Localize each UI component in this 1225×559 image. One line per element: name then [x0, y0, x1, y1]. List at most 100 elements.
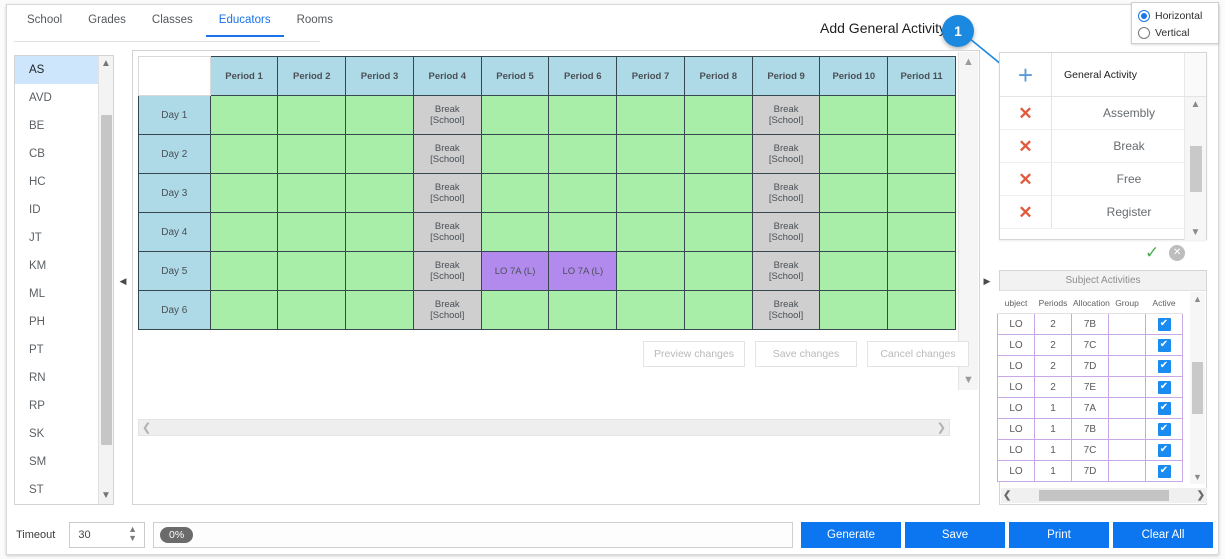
- checkbox-checked-icon[interactable]: ✔: [1157, 338, 1171, 352]
- sa-scroll-up-icon[interactable]: ▲: [1193, 292, 1202, 306]
- periods-cell[interactable]: 1: [1034, 439, 1072, 461]
- checkbox-checked-icon[interactable]: ✔: [1157, 443, 1171, 457]
- subject-activities-vertical-scrollbar[interactable]: ▲ ▼: [1190, 292, 1205, 484]
- ga-scrollbar-thumb[interactable]: [1189, 145, 1202, 192]
- timeout-value[interactable]: 30: [70, 529, 90, 541]
- radio-vertical[interactable]: Vertical: [1138, 24, 1212, 41]
- delete-activity-button[interactable]: ✕: [1000, 97, 1052, 129]
- preview-changes-button[interactable]: Preview changes: [643, 341, 745, 367]
- educator-list-item[interactable]: SK: [15, 420, 98, 448]
- table-row[interactable]: LO 1 7B ✔: [997, 418, 1183, 440]
- timetable-free-cell[interactable]: [345, 134, 414, 174]
- clear-all-button[interactable]: Clear All: [1113, 522, 1213, 548]
- sa-scroll-down-icon[interactable]: ▼: [1193, 470, 1202, 484]
- tab-classes[interactable]: Classes: [139, 8, 206, 35]
- general-activity-row[interactable]: ✕ Register: [1000, 196, 1206, 229]
- timetable-free-cell[interactable]: [819, 251, 889, 291]
- timetable-free-cell[interactable]: [209, 95, 279, 135]
- timetable-break-cell[interactable]: Break [School]: [751, 212, 821, 252]
- subject-cell[interactable]: LO: [997, 334, 1035, 356]
- timetable-free-cell[interactable]: [616, 173, 685, 213]
- tab-educators[interactable]: Educators: [205, 8, 284, 37]
- subject-cell[interactable]: LO: [997, 460, 1035, 482]
- timetable-break-cell[interactable]: Break [School]: [751, 134, 821, 174]
- timetable-free-cell[interactable]: [616, 95, 685, 135]
- timetable-free-cell[interactable]: [683, 290, 753, 330]
- timetable-break-cell[interactable]: Break [School]: [412, 173, 482, 213]
- table-row[interactable]: LO 1 7A ✔: [997, 397, 1183, 419]
- subject-activities-table[interactable]: ubject Periods Allocation Group Active LO 2 7B ✔…: [997, 291, 1183, 482]
- table-row[interactable]: LO 2 7C ✔: [997, 334, 1183, 356]
- periods-cell[interactable]: 1: [1034, 460, 1072, 482]
- print-button[interactable]: Print: [1009, 522, 1109, 548]
- educator-list-item[interactable]: RN: [15, 364, 98, 392]
- timetable-free-cell[interactable]: [616, 290, 685, 330]
- generate-button[interactable]: Generate: [801, 522, 901, 548]
- checkbox-checked-icon[interactable]: ✔: [1157, 401, 1171, 415]
- table-row[interactable]: LO 1 7D ✔: [997, 460, 1183, 482]
- checkbox-checked-icon[interactable]: ✔: [1157, 317, 1171, 331]
- educator-list-item[interactable]: RP: [15, 392, 98, 420]
- educator-list-item[interactable]: SM: [15, 448, 98, 476]
- allocation-cell[interactable]: 7B: [1071, 418, 1109, 440]
- delete-activity-button[interactable]: ✕: [1000, 163, 1052, 195]
- delete-activity-button[interactable]: ✕: [1000, 196, 1052, 228]
- active-checkbox-cell[interactable]: ✔: [1145, 355, 1183, 377]
- group-cell[interactable]: [1108, 439, 1146, 461]
- tab-rooms[interactable]: Rooms: [284, 8, 346, 35]
- timetable-free-cell[interactable]: [683, 251, 753, 291]
- periods-cell[interactable]: 1: [1034, 418, 1072, 440]
- periods-cell[interactable]: 2: [1034, 376, 1072, 398]
- allocation-cell[interactable]: 7D: [1071, 355, 1109, 377]
- timetable-free-cell[interactable]: [345, 95, 414, 135]
- educator-list[interactable]: AS AVD BE CB HC ID JT KM ML PH PT RN RP SK SM ST: [15, 56, 98, 504]
- educator-list-item[interactable]: ST: [15, 476, 98, 504]
- timetable-free-cell[interactable]: [209, 173, 279, 213]
- checkbox-checked-icon[interactable]: ✔: [1157, 422, 1171, 436]
- ga-scroll-up-icon[interactable]: ▲: [1191, 97, 1201, 112]
- timetable-free-cell[interactable]: [277, 95, 347, 135]
- timetable-free-cell[interactable]: [548, 212, 618, 252]
- educator-list-item[interactable]: PH: [15, 308, 98, 336]
- scroll-up-icon[interactable]: ▲: [101, 56, 111, 72]
- periods-cell[interactable]: 1: [1034, 397, 1072, 419]
- periods-cell[interactable]: 2: [1034, 355, 1072, 377]
- active-checkbox-cell[interactable]: ✔: [1145, 418, 1183, 440]
- group-cell[interactable]: [1108, 355, 1146, 377]
- timetable-activity-cell[interactable]: LO 7A (L): [480, 251, 550, 291]
- timetable-free-cell[interactable]: [480, 290, 550, 330]
- group-cell[interactable]: [1108, 376, 1146, 398]
- timetable-free-cell[interactable]: [209, 290, 279, 330]
- ga-scroll-down-icon[interactable]: ▼: [1191, 225, 1201, 240]
- subject-cell[interactable]: LO: [997, 355, 1035, 377]
- timetable-free-cell[interactable]: [887, 95, 956, 135]
- educator-list-item[interactable]: ML: [15, 280, 98, 308]
- timetable-free-cell[interactable]: [548, 95, 618, 135]
- educator-list-item[interactable]: AS: [15, 56, 98, 84]
- timetable-free-cell[interactable]: [277, 251, 347, 291]
- timetable-break-cell[interactable]: Break [School]: [412, 290, 482, 330]
- timetable-grid[interactable]: Period 1 Period 2 Period 3 Period 4 Period 5…: [138, 56, 956, 330]
- general-activity-row[interactable]: ✕ Assembly: [1000, 97, 1206, 130]
- collapse-left-arrow-icon[interactable]: ◀: [118, 276, 128, 287]
- allocation-cell[interactable]: 7A: [1071, 397, 1109, 419]
- add-general-activity-button[interactable]: +: [1000, 53, 1052, 96]
- educator-list-scrollbar[interactable]: ▲ ▼: [98, 56, 113, 504]
- timetable-free-cell[interactable]: [480, 212, 550, 252]
- timetable-activity-cell[interactable]: LO 7A (L): [548, 251, 618, 291]
- allocation-cell[interactable]: 7C: [1071, 439, 1109, 461]
- table-row[interactable]: LO 2 7D ✔: [997, 355, 1183, 377]
- timetable-free-cell[interactable]: [616, 212, 685, 252]
- subject-cell[interactable]: LO: [997, 313, 1035, 335]
- scrollbar-thumb[interactable]: [100, 115, 112, 445]
- timetable-free-cell[interactable]: [616, 251, 685, 291]
- educator-list-item[interactable]: AVD: [15, 84, 98, 112]
- general-activity-row[interactable]: ✕ Free: [1000, 163, 1206, 196]
- stepper-arrows[interactable]: ▲ ▼: [128, 525, 137, 543]
- checkbox-checked-icon[interactable]: ✔: [1157, 359, 1171, 373]
- educator-list-item[interactable]: PT: [15, 336, 98, 364]
- timetable-free-cell[interactable]: [819, 290, 889, 330]
- allocation-cell[interactable]: 7E: [1071, 376, 1109, 398]
- timetable-free-cell[interactable]: [887, 212, 956, 252]
- timetable-free-cell[interactable]: [819, 95, 889, 135]
